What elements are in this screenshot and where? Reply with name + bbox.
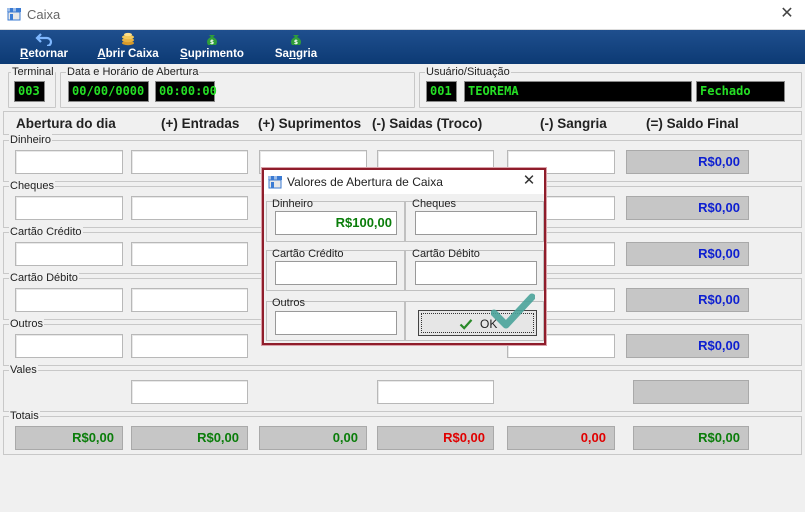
abrir-caixa-button[interactable]: Abrir Caixa — [93, 32, 163, 62]
window-close-button[interactable]: ✕ — [777, 4, 797, 24]
outros-abertura-field[interactable] — [15, 334, 123, 358]
dinheiro-entradas-field[interactable] — [131, 150, 248, 174]
back-arrow-icon — [35, 33, 53, 46]
dinheiro-abertura-field[interactable] — [15, 150, 123, 174]
total-abertura: R$0,00 — [15, 426, 123, 450]
abertura-dialog: Valores de Abertura de Caixa ✕ Dinheiro … — [262, 168, 546, 345]
usuario-label: Usuário/Situação — [425, 66, 511, 78]
total-suprimentos: 0,00 — [259, 426, 367, 450]
suprimento-button[interactable]: $ Suprimento — [176, 32, 248, 62]
caixa-window: Caixa ✕ Retornar Abrir Caixa $ Supriment… — [0, 0, 805, 512]
cheques-saldo-value: R$0,00 — [626, 196, 749, 220]
time-display: 00:00:00 — [155, 81, 217, 102]
cheques-entradas-field[interactable] — [131, 196, 248, 220]
dialog-dinheiro-input[interactable]: R$100,00 — [275, 211, 397, 235]
column-header-row: Abertura do dia (+) Entradas (+) Suprime… — [3, 111, 802, 135]
col-suprimentos: (+) Suprimentos — [258, 116, 362, 131]
total-saidas: R$0,00 — [377, 426, 494, 450]
retornar-label: Retornar — [20, 48, 68, 60]
total-entradas: R$0,00 — [131, 426, 248, 450]
row-label-cartao-credito: Cartão Crédito — [9, 226, 83, 238]
dialog-dinheiro-label: Dinheiro — [272, 198, 313, 210]
big-check-icon — [491, 293, 535, 329]
dialog-cheques-label: Cheques — [412, 198, 457, 210]
vales-saidas-field[interactable] — [377, 380, 494, 404]
sangria-label: Sangria — [274, 48, 318, 60]
vales-entradas-field[interactable] — [131, 380, 248, 404]
outros-saldo-value: R$0,00 — [626, 334, 749, 358]
col-sangria: (-) Sangria — [540, 116, 607, 131]
row-label-dinheiro: Dinheiro — [9, 134, 52, 146]
suprimento-label: Suprimento — [180, 48, 244, 60]
abrir-caixa-label: Abrir Caixa — [97, 48, 159, 60]
col-abertura: Abertura do dia — [16, 116, 116, 131]
debito-entradas-field[interactable] — [131, 288, 248, 312]
date-display: 00/00/0000 — [68, 81, 149, 102]
money-bag-icon: $ — [291, 35, 301, 46]
dialog-credito-input[interactable] — [275, 261, 397, 285]
col-entradas: (+) Entradas — [161, 116, 240, 131]
vales-saldo-value — [633, 380, 749, 404]
debito-saldo-value: R$0,00 — [626, 288, 749, 312]
dialog-debito-input[interactable] — [415, 261, 537, 285]
toolbar: Retornar Abrir Caixa $ Suprimento $ Sang — [0, 30, 805, 64]
row-label-vales: Vales — [9, 364, 38, 376]
dialog-close-button[interactable]: ✕ — [520, 172, 538, 190]
terminal-label: Terminal — [11, 66, 55, 78]
svg-text:$: $ — [210, 39, 214, 46]
terminal-display: 003 — [14, 81, 45, 102]
debito-abertura-field[interactable] — [15, 288, 123, 312]
credito-entradas-field[interactable] — [131, 242, 248, 266]
dinheiro-saldo-value: R$0,00 — [626, 150, 749, 174]
user-name-display: TEOREMA — [464, 81, 692, 102]
dialog-title-bar: Valores de Abertura de Caixa ✕ — [264, 170, 544, 194]
store-icon — [7, 8, 21, 21]
coins-stack-icon — [122, 32, 134, 46]
row-label-cheques: Cheques — [9, 180, 56, 192]
dialog-outros-input[interactable] — [275, 311, 397, 335]
window-title: Caixa — [27, 7, 61, 22]
dialog-outros-label: Outros — [272, 297, 306, 309]
data-abertura-label: Data e Horário de Abertura — [66, 66, 200, 78]
row-label-totais: Totais — [9, 410, 40, 422]
credito-abertura-field[interactable] — [15, 242, 123, 266]
user-id-display: 001 — [426, 81, 457, 102]
money-bag-icon: $ — [207, 35, 217, 46]
dialog-cheques-input[interactable] — [415, 211, 537, 235]
row-label-cartao-debito: Cartão Débito — [9, 272, 79, 284]
outros-entradas-field[interactable] — [131, 334, 248, 358]
store-icon — [268, 176, 282, 189]
title-bar: Caixa ✕ — [0, 0, 805, 30]
credito-saldo-value: R$0,00 — [626, 242, 749, 266]
row-label-outros: Outros — [9, 318, 45, 330]
check-icon — [459, 319, 473, 330]
col-saldo-final: (=) Saldo Final — [646, 116, 739, 131]
dialog-credito-label: Cartão Crédito — [272, 248, 344, 260]
svg-text:$: $ — [294, 39, 298, 46]
retornar-button[interactable]: Retornar — [14, 32, 74, 62]
total-saldo-final: R$0,00 — [633, 426, 749, 450]
cheques-abertura-field[interactable] — [15, 196, 123, 220]
col-saidas: (-) Saidas (Troco) — [372, 116, 483, 131]
dialog-title: Valores de Abertura de Caixa — [287, 175, 443, 189]
sangria-button[interactable]: $ Sangria — [268, 32, 324, 62]
dialog-debito-label: Cartão Débito — [412, 248, 480, 260]
status-display: Fechado — [696, 81, 785, 102]
total-sangria: 0,00 — [507, 426, 615, 450]
